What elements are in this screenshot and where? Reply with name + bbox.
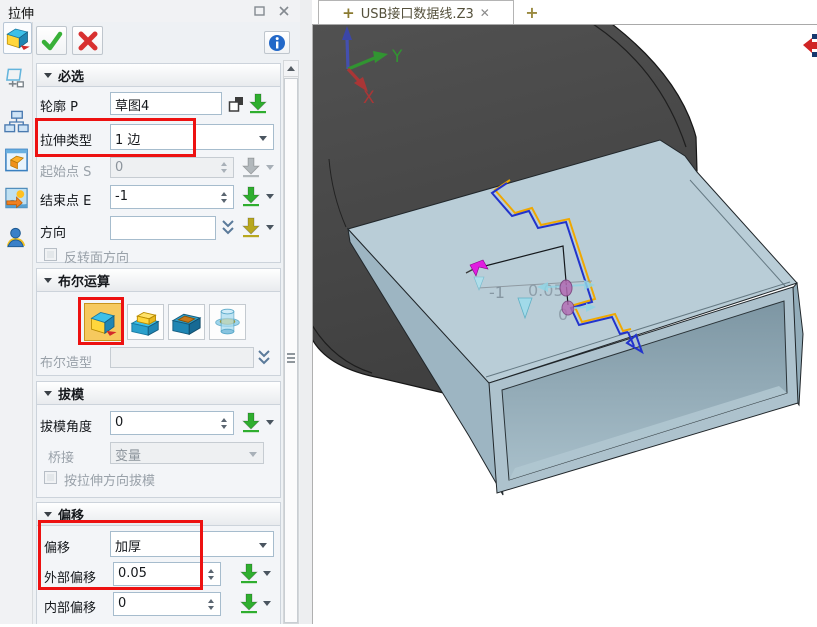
new-tab-button[interactable]: + [520,2,544,22]
inner-offset-caret-icon[interactable] [263,601,271,606]
extrude-type-select[interactable]: 1 边 [110,124,274,150]
spinner[interactable] [206,593,216,615]
outer-offset-input[interactable]: 0.05 [113,562,221,586]
offset-label: 偏移 [44,537,70,556]
profile-input[interactable]: 草图4 [110,92,222,115]
extrude-tool-icon[interactable] [3,22,32,54]
bridge-select: 变量 [110,442,264,464]
clipped-nav-arrow-icon [803,34,817,57]
pick-outer-offset-arrow-icon[interactable] [238,562,260,588]
tab-title: USB接口数据线.Z3 [361,3,474,22]
spinner [219,158,229,177]
panel-title: 拉伸 [8,3,34,22]
offset-sphere-handle [562,301,574,315]
viewport-3d[interactable]: -1 0.05 0 Y X [312,25,817,624]
pick-direction-arrow-icon[interactable] [240,216,262,242]
section-header-draft[interactable]: 拔模 [36,381,281,405]
collapse-icon [44,512,52,517]
direction-label: 方向 [40,222,66,241]
dim-end-point: -1 [489,283,505,302]
section-header-boolean[interactable]: 布尔运算 [36,268,281,292]
flip-face-label: 反转面方向 [64,247,129,266]
thumb-grip [287,353,295,355]
scrollbar-thumb[interactable] [284,78,298,623]
spinner[interactable] [219,186,229,208]
draft-angle-input[interactable]: 0 [110,411,234,435]
start-options-caret-icon [266,165,274,170]
spinner[interactable] [219,412,229,434]
user-icon[interactable] [3,224,32,256]
start-point-input: 0 [110,157,234,178]
draft-options-caret-icon[interactable] [266,420,274,425]
axis-x-label: X [363,88,375,108]
tab-plus-icon: + [342,4,355,22]
collapse-icon [44,391,52,396]
panel-restore-button[interactable] [252,4,268,18]
pick-inner-offset-arrow-icon[interactable] [238,592,260,618]
thumb-grip [287,361,295,363]
expand-chevron-icon[interactable] [221,219,235,240]
direction-input[interactable] [110,216,216,240]
section-header-offset[interactable]: 偏移 [36,502,281,526]
render-image-icon[interactable] [3,184,32,216]
pick-end-arrow-icon[interactable] [240,185,262,211]
offset-sphere-handle [560,280,572,296]
inner-offset-input[interactable]: 0 [113,592,221,616]
boolean-shape-input [110,347,254,368]
info-button[interactable] [264,31,290,54]
boolean-shape-label: 布尔造型 [40,352,92,371]
spinner[interactable] [206,563,216,585]
flip-face-checkbox [44,248,57,261]
axis-y-label: Y [391,47,403,67]
add-boolean-icon[interactable] [127,304,164,340]
view-window-icon[interactable] [3,146,32,178]
document-tabbar: + USB接口数据线.Z3 ✕ + [312,0,817,25]
collapse-icon [44,73,52,78]
hierarchy-manager-icon[interactable] [3,108,32,140]
outer-offset-caret-icon[interactable] [263,571,271,576]
collapse-icon [44,278,52,283]
thumb-grip [287,357,295,359]
datum-wireframe-icon[interactable] [3,66,32,98]
scroll-up-button[interactable] [283,60,299,77]
pick-draft-arrow-icon[interactable] [240,411,262,437]
offset-select[interactable]: 加厚 [110,531,274,557]
direction-options-caret-icon[interactable] [266,225,274,230]
dropdown-caret-icon [259,136,267,141]
start-point-label: 起始点 S [40,161,91,180]
draft-angle-label: 拔模角度 [40,416,92,435]
tab-close-icon[interactable]: ✕ [480,6,490,20]
extrude-type-label: 拉伸类型 [40,130,92,149]
inner-offset-label: 内部偏移 [44,597,96,616]
copy-profile-icon[interactable] [227,95,245,117]
bridge-label: 桥接 [48,447,74,466]
draft-by-dir-label: 按拉伸方向拔模 [64,470,155,489]
usb-model-scene: -1 0.05 0 Y X [313,25,817,623]
dropdown-caret-icon [259,543,267,548]
dropdown-caret-icon [249,452,257,457]
end-options-caret-icon[interactable] [266,194,274,199]
tab-usb-document[interactable]: + USB接口数据线.Z3 ✕ [318,0,514,24]
outer-offset-label: 外部偏移 [44,567,96,586]
draft-by-dir-checkbox [44,471,57,484]
remove-boolean-icon[interactable] [168,304,205,340]
cancel-button[interactable] [72,26,103,55]
profile-label: 轮廓 P [40,96,78,115]
end-point-input[interactable]: -1 [110,185,234,209]
end-point-label: 结束点 E [40,190,91,209]
pick-profile-arrow-icon[interactable] [247,92,269,118]
expand-chevron-icon[interactable] [257,349,271,370]
pick-start-arrow-icon [240,156,262,182]
panel-close-button[interactable] [276,4,292,18]
panel-splitter[interactable] [300,0,312,624]
section-header-required[interactable]: 必选 [36,63,281,87]
zw3d-app: { "panel": { "title": "拉伸", "headers": {… [0,0,817,624]
ok-button[interactable] [36,26,67,55]
base-boolean-icon[interactable] [84,303,124,341]
intersect-boolean-icon[interactable] [209,304,246,340]
